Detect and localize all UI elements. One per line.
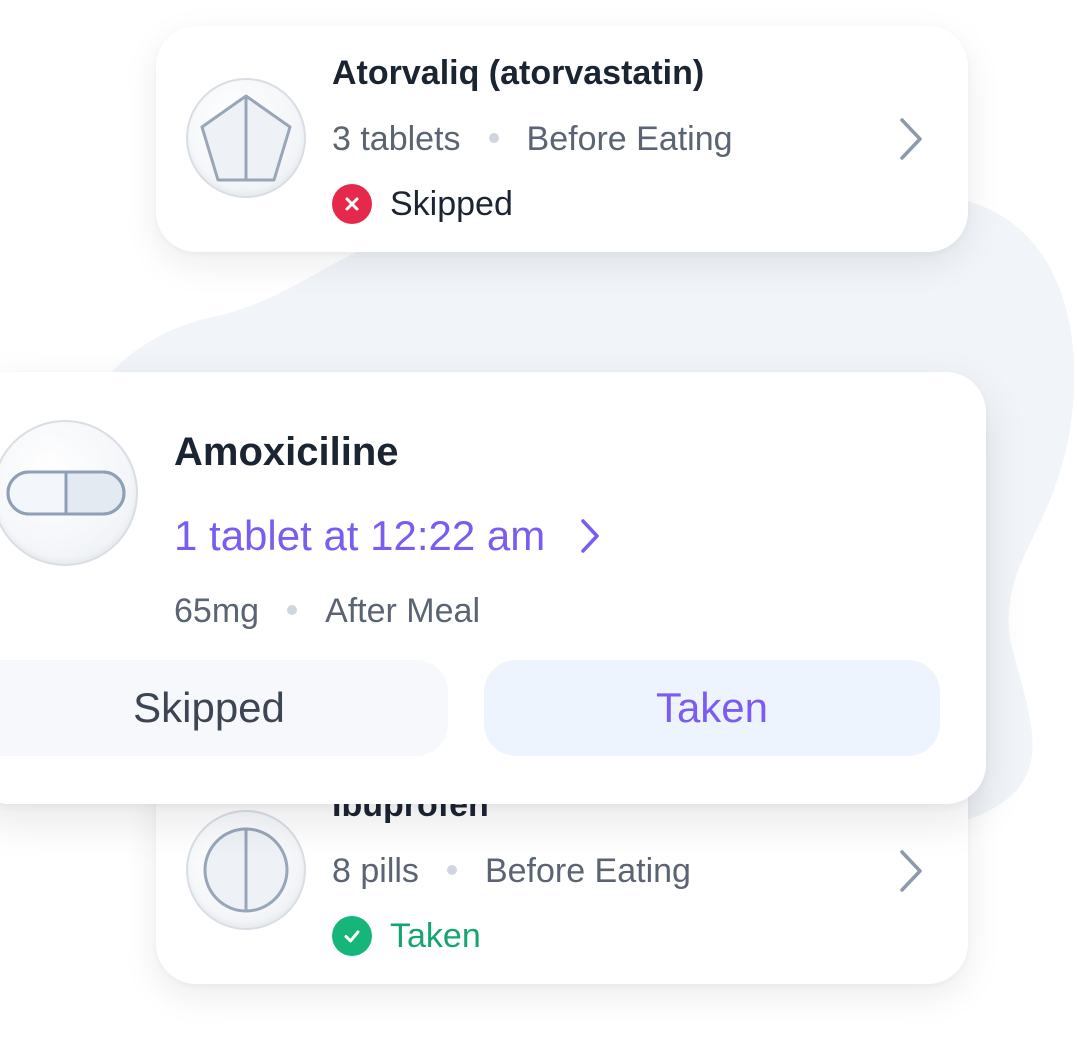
capsule-pill-icon (0, 420, 138, 566)
medication-timing: After Meal (325, 592, 481, 630)
separator-dot (287, 605, 298, 616)
skip-button[interactable]: Skipped (0, 660, 448, 756)
medication-name: Amoxiciline (174, 430, 399, 474)
medication-strength: 65mg (174, 592, 260, 630)
dose-time-label: 1 tablet at 12:22 am (174, 512, 546, 559)
status-badge: Taken (332, 916, 481, 956)
medication-quantity: 8 pills (332, 852, 419, 890)
dose-time-link[interactable]: 1 tablet at 12:22 am (174, 512, 601, 560)
taken-button[interactable]: Taken (484, 660, 940, 756)
medication-timing: Before Eating (484, 852, 691, 890)
round-pill-icon (186, 810, 306, 930)
chevron-right-icon (581, 519, 600, 553)
chevron-right-icon[interactable] (896, 114, 926, 164)
status-label: Taken (390, 916, 481, 955)
medication-card-amoxiciline: Amoxiciline 1 tablet at 12:22 am 65mg Aft… (0, 372, 986, 804)
chevron-right-icon[interactable] (896, 846, 926, 896)
medication-quantity: 3 tablets (332, 120, 461, 158)
medication-timing: Before Eating (526, 120, 733, 158)
status-label: Skipped (390, 184, 513, 223)
separator-dot (446, 865, 457, 876)
separator-dot (488, 133, 499, 144)
medication-name: Atorvaliq (atorvastatin) (332, 54, 705, 92)
check-circle-icon (332, 916, 372, 956)
x-circle-icon (332, 184, 372, 224)
medication-meta: 3 tablets Before Eating (332, 120, 733, 159)
status-badge: Skipped (332, 184, 513, 224)
medication-card-atorvaliq[interactable]: Atorvaliq (atorvastatin) 3 tablets Before… (156, 26, 968, 252)
medication-meta: 8 pills Before Eating (332, 852, 691, 891)
medication-meta: 65mg After Meal (174, 592, 480, 631)
pentagon-pill-icon (186, 78, 306, 198)
